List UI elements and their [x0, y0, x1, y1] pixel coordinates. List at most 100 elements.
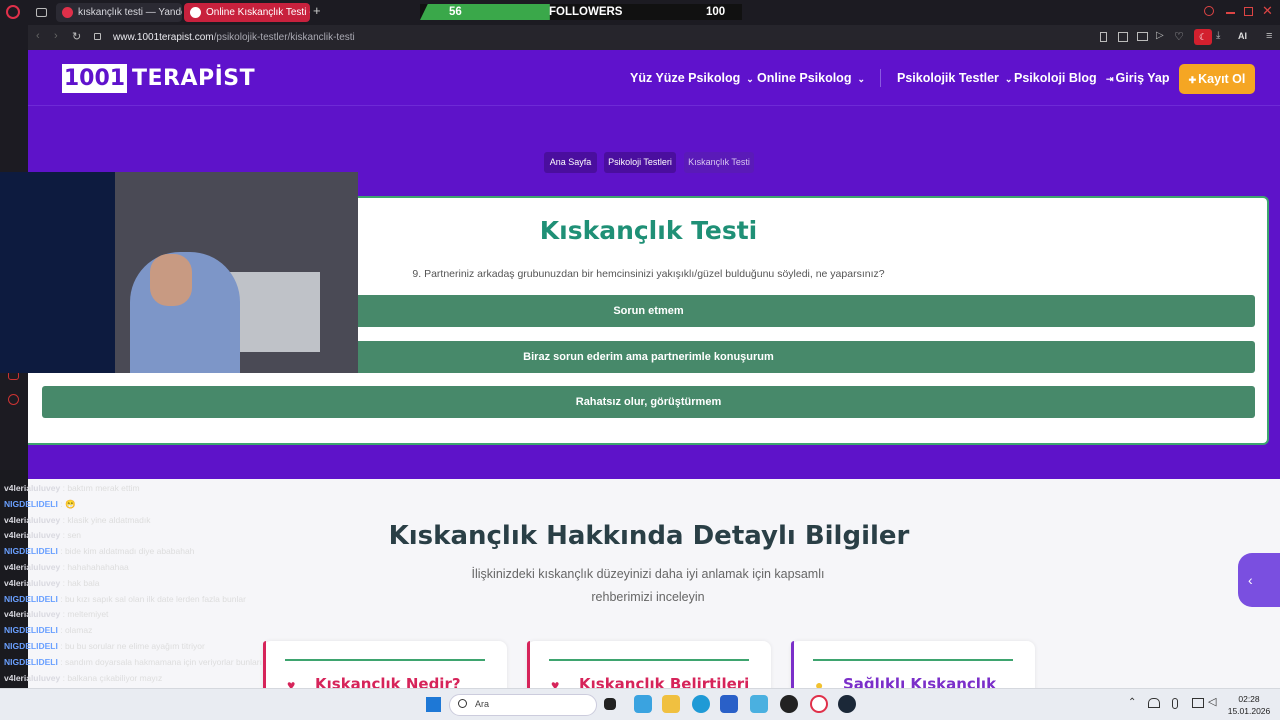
chevron-up-icon[interactable]: ⌃: [1128, 697, 1136, 708]
widgets-icon[interactable]: [634, 695, 652, 713]
chat-text: balkana çıkabiliyor mayız: [67, 672, 163, 683]
info-card-saglikli[interactable]: ● Sağlıklı Kıskançlık: [791, 641, 1035, 688]
search-placeholder: Ara: [475, 699, 490, 709]
task-view-icon[interactable]: [604, 698, 616, 710]
chat-username: v4lerialuluvey: [4, 483, 61, 493]
nav-tests[interactable]: Psikolojik Testler ⌄: [897, 50, 1012, 106]
chat-username: v4lerialuluvey: [4, 577, 61, 588]
snapshot-icon[interactable]: [1118, 32, 1128, 42]
system-clock[interactable]: 02:28 15.01.2026: [1226, 693, 1272, 717]
vpn-flag-icon[interactable]: ☾: [1194, 29, 1212, 45]
chat-username: v4lerialuluvey: [4, 514, 61, 525]
chat-message: NIGDELIDELI : sandım doyarsala hakmamana…: [4, 657, 262, 667]
nav-online[interactable]: Online Psikolog ⌄: [757, 50, 865, 106]
chat-text: meltemiyet: [67, 609, 109, 620]
network-icon[interactable]: [1148, 698, 1160, 708]
info-card-belirtileri[interactable]: ♥ Kıskançlık Belirtileri: [527, 641, 771, 688]
search-icon: [458, 699, 467, 708]
settings-icon[interactable]: [8, 394, 19, 405]
info-subtitle: İlişkinizdeki kıskançlık düzeyinizi daha…: [448, 563, 848, 609]
chat-username: NIGDELIDELI: [4, 546, 58, 557]
chat-separator: :: [57, 641, 65, 651]
chat-text: bide kim aldatmadı diye ababahah: [64, 546, 195, 557]
close-window-icon[interactable]: ✕: [1262, 3, 1273, 19]
file-explorer-icon[interactable]: [662, 695, 680, 713]
minimize-icon[interactable]: [1226, 12, 1235, 14]
user-plus-icon: ✚: [1188, 75, 1197, 85]
followers-label: FOLLOWERS: [549, 6, 623, 18]
stream-chat: v4lerialuluvey : baktım merak ettim NIGDE…: [0, 470, 420, 714]
nav-yuz-yuze[interactable]: Yüz Yüze Psikolog ⌄: [630, 50, 754, 106]
lock-icon: [94, 33, 101, 40]
back-icon[interactable]: ‹: [36, 30, 40, 42]
edge-icon[interactable]: [692, 695, 710, 713]
app-icon[interactable]: [750, 695, 768, 713]
answer-option-3[interactable]: Rahatsız olur, görüştürmem: [42, 386, 1255, 418]
chat-message: v4lerialuluvey : sen: [4, 530, 81, 540]
opera-icon[interactable]: [810, 695, 828, 713]
nav-label: Online Psikolog: [757, 71, 852, 85]
card-title: Sağlıklı Kıskançlık: [843, 675, 997, 688]
chevron-down-icon: ⌄: [746, 74, 754, 84]
chat-message: NIGDELIDELI : bu bu sorular ne elime aya…: [4, 641, 205, 651]
chat-message: NIGDELIDELI : olamaz: [4, 625, 92, 635]
chat-message: v4lerialuluvey : hahahahahahaa: [4, 562, 129, 572]
chat-username: NIGDELIDELI: [4, 498, 58, 509]
nav-blog[interactable]: Psikoloji Blog: [1014, 50, 1097, 106]
chat-text: sen: [67, 530, 82, 541]
taskbar-search[interactable]: Ara: [449, 694, 597, 716]
chat-separator: :: [57, 546, 65, 557]
chat-message: v4lerialuluvey : balkana çıkabiliyor may…: [4, 673, 162, 683]
chat-message: v4lerialuluvey : meltemiyet: [4, 609, 108, 619]
info-subtitle-line1: İlişkinizdeki kıskançlık düzeyinizi daha…: [471, 567, 825, 581]
site-favicon-icon: [190, 7, 201, 18]
url-field[interactable]: www.1001terapist.com/psikolojik-testler/…: [113, 25, 355, 50]
chat-text: hahahahahahaa: [67, 562, 129, 572]
ai-button[interactable]: AI: [1238, 31, 1247, 41]
menu-icon[interactable]: ≡: [1266, 30, 1272, 42]
chat-username: NIGDELIDELI: [4, 625, 58, 636]
forward-icon[interactable]: ›: [54, 30, 58, 42]
logo-text: TERAPİST: [132, 66, 256, 91]
chevron-left-icon: ‹: [1248, 572, 1253, 588]
steam-icon[interactable]: [838, 695, 856, 713]
display-icon[interactable]: [1192, 698, 1204, 708]
card-divider: [813, 659, 1013, 661]
webcam-face: [150, 254, 192, 306]
nav-label: Psikoloji Blog: [1014, 71, 1097, 85]
clock-date: 15.01.2026: [1227, 706, 1271, 716]
tab-yandex[interactable]: kıskançlık testi — Yandex: [56, 3, 182, 22]
start-icon[interactable]: [426, 697, 441, 712]
obs-icon[interactable]: [780, 695, 798, 713]
breadcrumb-tests[interactable]: Psikoloji Testleri: [604, 152, 676, 173]
pip-icon[interactable]: [1137, 32, 1148, 41]
store-icon[interactable]: [720, 695, 738, 713]
card-title: Kıskançlık Belirtileri: [579, 675, 750, 688]
opera-menu-icon[interactable]: [6, 5, 20, 19]
tab-active[interactable]: Online Kıskançlık Testi - N: [184, 3, 310, 22]
new-tab-button[interactable]: +: [313, 3, 321, 18]
reload-icon[interactable]: ↻: [72, 30, 81, 43]
search-tabs-icon[interactable]: [1204, 6, 1214, 16]
chat-username: NIGDELIDELI: [4, 641, 58, 651]
volume-icon[interactable]: ◁: [1208, 695, 1216, 708]
breadcrumb-home[interactable]: Ana Sayfa: [544, 152, 597, 173]
nav-label: Yüz Yüze Psikolog: [630, 71, 741, 85]
chat-username: v4lerialuluvey: [4, 672, 61, 683]
tab-title: kıskançlık testi — Yandex: [78, 7, 182, 18]
followers-goal: 100: [706, 6, 726, 18]
chevron-down-icon: ⌄: [1004, 74, 1013, 84]
play-icon[interactable]: ▷: [1156, 30, 1164, 41]
download-icon[interactable]: ⤓: [1216, 30, 1220, 41]
chat-text: sandım doyarsala hakmamana için veriyorl…: [64, 656, 262, 667]
heart-icon[interactable]: ♡: [1174, 30, 1184, 43]
breadcrumb-current: Kıskançlık Testi: [684, 152, 754, 173]
bookmark-icon[interactable]: [1100, 32, 1107, 42]
chat-separator: :: [57, 498, 65, 509]
mic-icon[interactable]: [1172, 698, 1178, 709]
login-link[interactable]: ⇥ Giriş Yap: [1106, 50, 1170, 106]
side-panel-toggle[interactable]: ‹: [1238, 553, 1280, 607]
signup-button[interactable]: ✚ Kayıt Ol: [1179, 64, 1255, 94]
maximize-icon[interactable]: [1244, 7, 1253, 16]
workspaces-icon[interactable]: [36, 8, 47, 17]
